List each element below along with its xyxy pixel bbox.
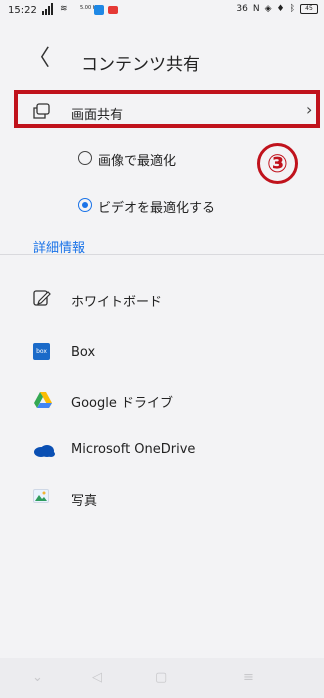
box-icon: box bbox=[33, 343, 50, 360]
divider bbox=[0, 254, 324, 255]
vibrate-icon: ◈ bbox=[264, 4, 272, 14]
notification-icon bbox=[108, 6, 118, 14]
screen-share-icon bbox=[33, 103, 50, 119]
source-label: ホワイトボード bbox=[71, 295, 163, 310]
radio-optimize-video[interactable] bbox=[78, 198, 92, 212]
bluetooth-icon: ᛒ bbox=[289, 4, 295, 14]
location-icon: ♦ bbox=[276, 4, 285, 14]
google-drive-icon bbox=[34, 392, 52, 408]
option-label-image: 画像で最適化 bbox=[98, 154, 177, 169]
source-label: 写真 bbox=[71, 494, 98, 509]
battery-icon: 45 bbox=[300, 4, 318, 14]
back-icon[interactable]: 〈 bbox=[28, 48, 50, 70]
chevron-down-icon[interactable]: ⌄ bbox=[32, 670, 43, 685]
signal-icon bbox=[42, 3, 53, 15]
source-label: Microsoft OneDrive bbox=[71, 442, 196, 457]
network-icon: 36 bbox=[236, 4, 248, 14]
source-label: Box bbox=[71, 345, 96, 360]
option-label-video: ビデオを最適化する bbox=[98, 201, 216, 216]
source-label: Google ドライブ bbox=[71, 396, 173, 411]
screen-share-label: 画面共有 bbox=[71, 108, 124, 123]
whiteboard-icon bbox=[33, 290, 51, 306]
highlight-box bbox=[14, 90, 320, 128]
nfc-icon: N bbox=[252, 4, 260, 14]
content-share-screen: 15:22 ≋ 5.00 KB/s 36 N ◈ ♦ ᛒ 45 〈 コンテンツ共… bbox=[0, 0, 324, 698]
back-nav-icon[interactable]: ◁ bbox=[92, 670, 102, 685]
radio-optimize-image[interactable] bbox=[78, 151, 92, 165]
step-badge: ③ bbox=[257, 143, 298, 184]
system-navigation-bar: ⌄ ◁ ▢ ≡ bbox=[0, 658, 324, 698]
photos-icon bbox=[33, 489, 49, 503]
notification-icon bbox=[94, 5, 104, 15]
wifi-icon: ≋ bbox=[60, 4, 68, 14]
status-bar: 15:22 ≋ 5.00 KB/s 36 N ◈ ♦ ᛒ 45 bbox=[0, 0, 324, 22]
page-title: コンテンツ共有 bbox=[81, 55, 200, 75]
status-time: 15:22 bbox=[8, 5, 37, 16]
home-nav-icon[interactable]: ▢ bbox=[155, 670, 167, 685]
menu-nav-icon[interactable]: ≡ bbox=[243, 670, 254, 685]
header-bar: 〈 コンテンツ共有 bbox=[0, 38, 324, 86]
onedrive-icon bbox=[34, 445, 55, 457]
chevron-right-icon: › bbox=[306, 100, 313, 119]
